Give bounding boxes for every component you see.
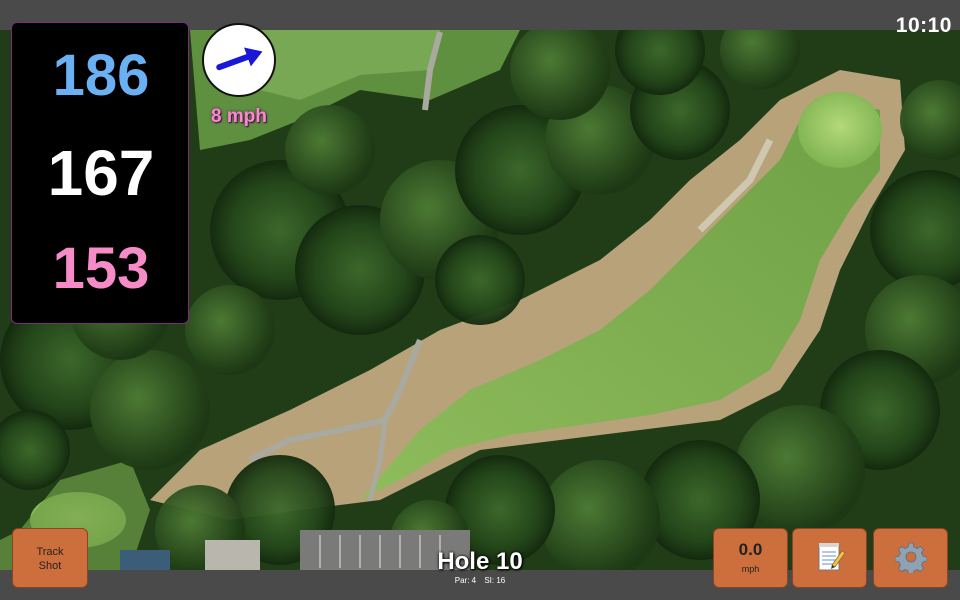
hole-info: Hole 10 Par: 4 SI: 16: [380, 548, 580, 586]
hole-stroke-index: SI: 16: [484, 576, 506, 585]
speed-button[interactable]: 0.0 mph: [713, 528, 788, 588]
back-distance: 186: [52, 43, 150, 108]
track-shot-label-line2: Shot: [38, 560, 62, 572]
golf-gps-screen: 10:10 186 167 153 8 mph Track Shot Hole …: [0, 0, 960, 600]
speed-value: 0.0: [738, 540, 763, 559]
hole-par: Par: 4: [454, 576, 477, 585]
hole-title: Hole 10: [437, 548, 523, 575]
track-shot-button[interactable]: Track Shot: [12, 528, 88, 588]
wind-dial: [202, 23, 276, 97]
gear-icon: [894, 542, 927, 573]
settings-button[interactable]: [873, 528, 948, 588]
speed-unit: mph: [741, 564, 760, 574]
center-distance: 167: [47, 137, 155, 209]
wind-speed-label: 8 mph: [211, 106, 267, 127]
notepad-icon: [818, 543, 845, 571]
hole-meta: Par: 4 SI: 16: [380, 576, 580, 586]
track-shot-label-line1: Track: [36, 546, 64, 558]
notes-button[interactable]: [792, 528, 867, 588]
clock: 10:10: [895, 14, 952, 37]
distance-panel: 186 167 153: [11, 22, 189, 324]
wind-direction-arrow-icon: [216, 47, 263, 71]
front-distance: 153: [52, 236, 150, 301]
